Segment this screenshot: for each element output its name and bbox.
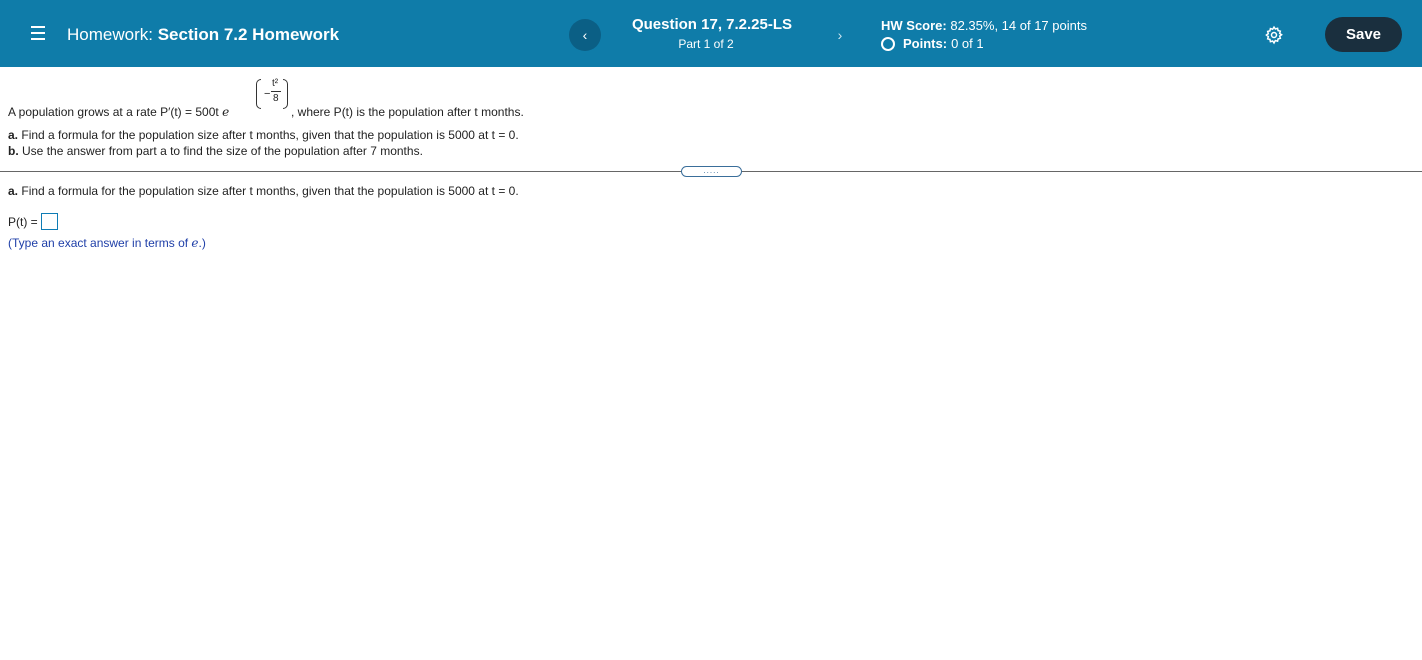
chevron-left-icon: ‹ (582, 27, 588, 43)
exponent-expression: − t² 8 (256, 77, 288, 117)
menu-icon[interactable] (31, 26, 45, 40)
points-label: Points: (903, 36, 948, 51)
chevron-right-icon: › (837, 27, 843, 43)
problem-suffix: , where P(t) is the population after t m… (291, 105, 524, 119)
answer-row: P(t) = (8, 213, 58, 230)
homework-name: Section 7.2 Homework (157, 25, 340, 44)
hw-score: HW Score: 82.35%, 14 of 17 points (881, 18, 1087, 34)
homework-label: Homework: (67, 25, 153, 44)
next-question-button[interactable]: › (824, 19, 856, 51)
expand-handle-button[interactable]: ..... (681, 166, 742, 177)
problem-part-b: b. Use the answer from part a to find th… (8, 144, 423, 158)
gear-icon[interactable] (1264, 25, 1284, 45)
answer-field-label: P(t) = (8, 214, 38, 229)
header-bar: Homework: Section 7.2 Homework ‹ Questio… (0, 0, 1422, 67)
answer-question-text: a. Find a formula for the population siz… (8, 184, 519, 198)
answer-hint: (Type an exact answer in terms of e.) (8, 236, 206, 250)
score-value: 82.35%, 14 of 17 points (950, 18, 1087, 33)
points-status: Points: 0 of 1 (881, 36, 984, 52)
save-button[interactable]: Save (1325, 17, 1402, 52)
points-value: 0 of 1 (951, 36, 984, 51)
answer-input[interactable] (40, 213, 58, 230)
previous-question-button[interactable]: ‹ (569, 19, 601, 51)
homework-title: Homework: Section 7.2 Homework (67, 25, 339, 45)
question-title: Question 17, 7.2.25-LS (631, 16, 793, 33)
problem-intro: A population grows at a rate P′(t) = 500… (8, 105, 230, 119)
status-circle-icon (881, 37, 895, 51)
problem-part-a: a. Find a formula for the population siz… (8, 128, 519, 142)
question-part: Part 1 of 2 (678, 37, 734, 51)
score-label: HW Score: (881, 18, 947, 33)
